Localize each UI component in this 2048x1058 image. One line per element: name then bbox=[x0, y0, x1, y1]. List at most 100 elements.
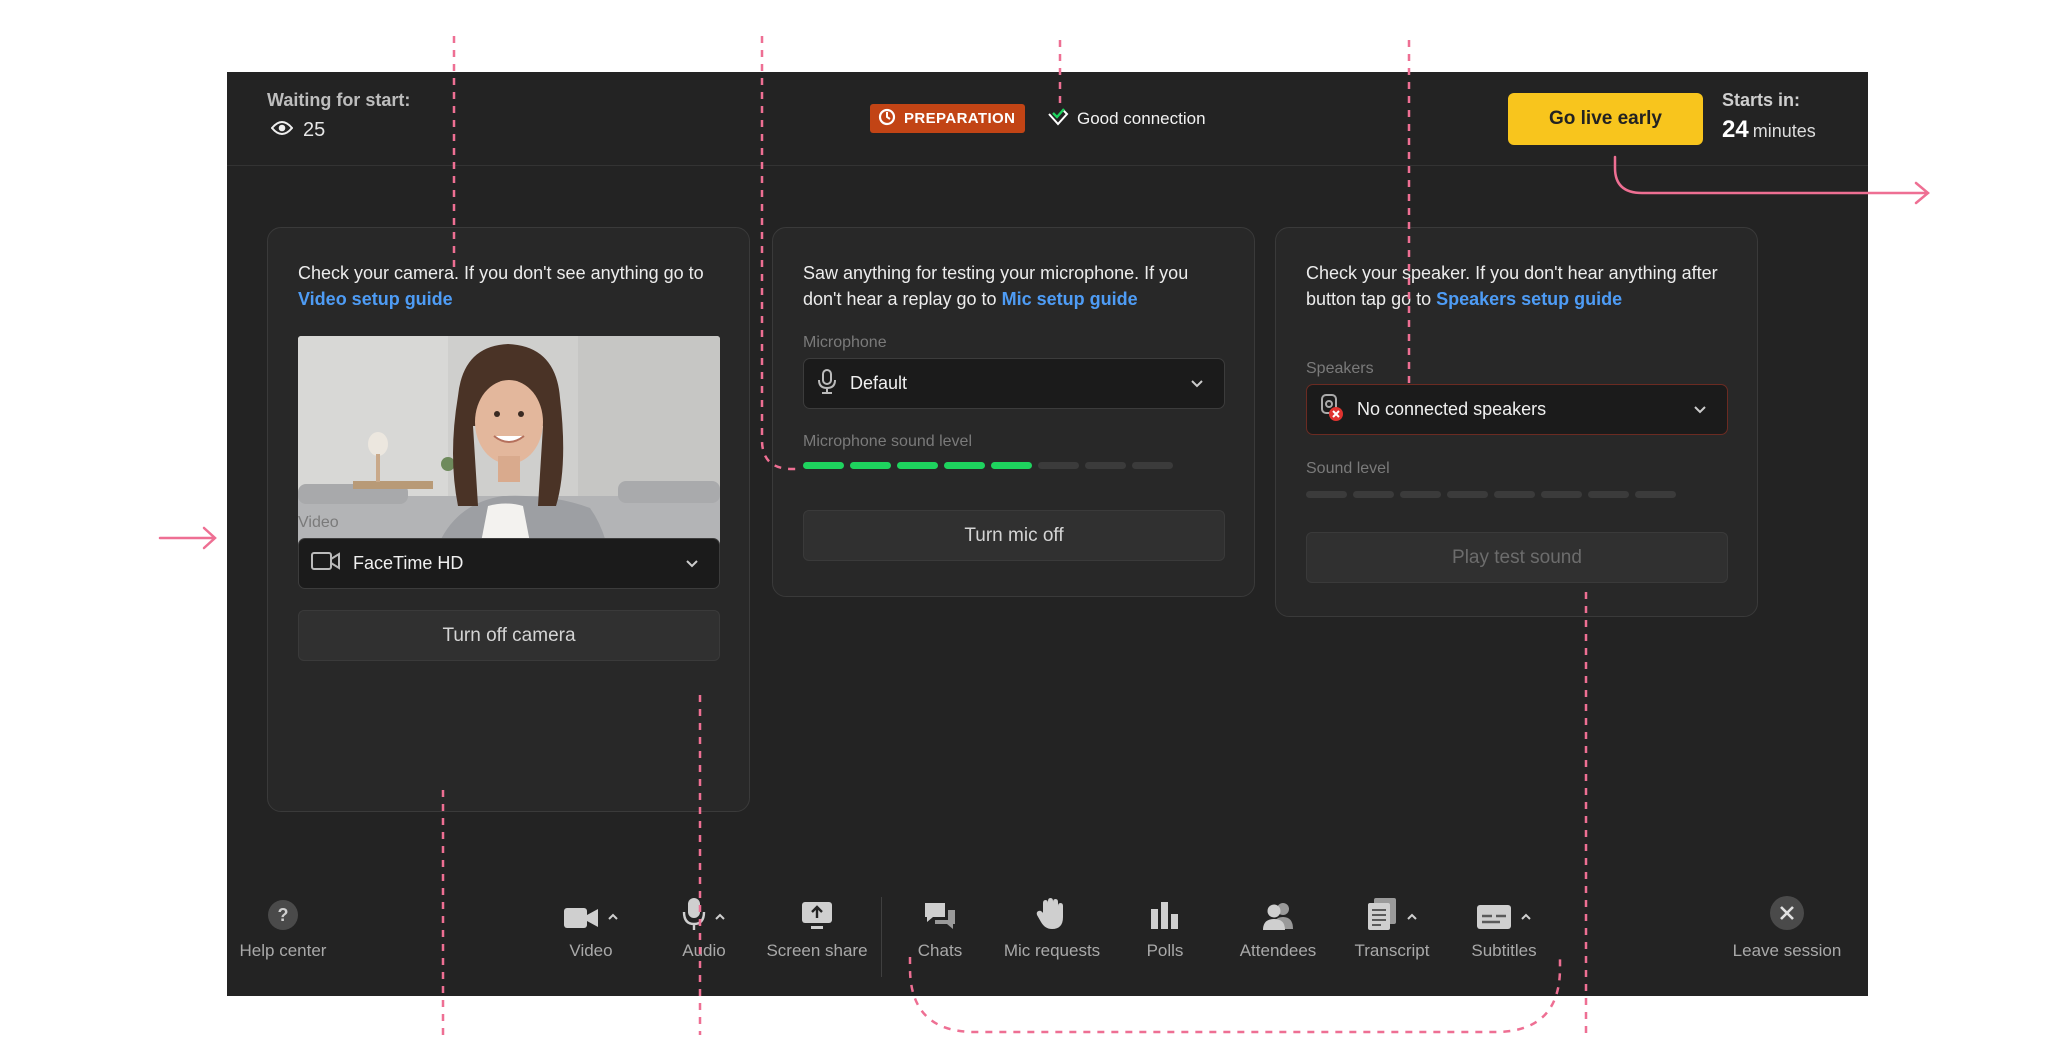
viewer-count: 25 bbox=[270, 119, 326, 142]
video-toggle-button[interactable]: Video bbox=[536, 896, 646, 959]
video-device-select[interactable]: FaceTime HD bbox=[298, 538, 720, 589]
chats-button[interactable]: Chats bbox=[885, 896, 995, 959]
connection-status: Good connection bbox=[1047, 106, 1206, 131]
toolbar-divider bbox=[881, 897, 882, 977]
chevron-up-icon[interactable] bbox=[1406, 911, 1418, 936]
eye-icon bbox=[270, 119, 294, 142]
video-label: Video bbox=[569, 941, 613, 960]
video-camera-icon bbox=[311, 551, 341, 576]
status-badge: PREPARATION bbox=[870, 104, 1026, 133]
level-segment bbox=[1541, 491, 1582, 498]
play-test-sound-button[interactable]: Play test sound bbox=[1306, 532, 1728, 583]
speakers-setup-guide-link[interactable]: Speakers setup guide bbox=[1436, 289, 1622, 309]
starts-in-value: 24 minutes bbox=[1722, 116, 1816, 144]
polls-button[interactable]: Polls bbox=[1110, 896, 1220, 959]
level-segment bbox=[1132, 462, 1173, 469]
chevron-down-icon bbox=[1693, 400, 1713, 420]
chevron-up-icon[interactable] bbox=[714, 911, 726, 936]
leave-session-label: Leave session bbox=[1732, 941, 1842, 960]
subtitles-label: Subtitles bbox=[1471, 941, 1537, 960]
level-segment bbox=[944, 462, 985, 469]
level-segment bbox=[1353, 491, 1394, 498]
subtitles-button[interactable]: Subtitles bbox=[1449, 896, 1559, 959]
help-icon: ? bbox=[267, 899, 299, 936]
chevron-down-icon bbox=[685, 554, 705, 574]
mic-card-text: Saw anything for testing your microphone… bbox=[803, 260, 1223, 312]
camera-card-text: Check your camera. If you don't see anyt… bbox=[298, 260, 718, 312]
transcript-button[interactable]: Transcript bbox=[1337, 896, 1447, 959]
level-segment bbox=[1447, 491, 1488, 498]
speaker-card: Check your speaker. If you don't hear an… bbox=[1275, 227, 1758, 617]
viewer-count-value: 25 bbox=[303, 119, 326, 141]
speakers-device-value: No connected speakers bbox=[1357, 399, 1547, 419]
go-live-early-button[interactable]: Go live early bbox=[1508, 93, 1703, 145]
chevron-down-icon bbox=[1190, 374, 1210, 394]
video-device-value: FaceTime HD bbox=[353, 553, 464, 573]
transcript-label: Transcript bbox=[1354, 941, 1430, 960]
annotation-arrow-left bbox=[158, 526, 217, 550]
screen-share-icon bbox=[801, 901, 833, 936]
svg-text:?: ? bbox=[278, 905, 289, 925]
top-bar: Waiting for start: 25 PREPARATION Good c… bbox=[227, 72, 1868, 166]
leave-session-button[interactable]: Leave session bbox=[1732, 896, 1842, 959]
speaker-error-icon bbox=[1319, 393, 1345, 426]
microphone-device-value: Default bbox=[850, 373, 908, 393]
chevron-up-icon[interactable] bbox=[607, 911, 619, 936]
level-segment bbox=[803, 462, 844, 469]
mic-level-meter bbox=[803, 462, 1173, 469]
video-field-label: Video bbox=[298, 514, 339, 531]
speaker-card-text: Check your speaker. If you don't hear an… bbox=[1306, 260, 1726, 312]
close-icon bbox=[1769, 895, 1805, 936]
turn-off-camera-button[interactable]: Turn off camera bbox=[298, 610, 720, 661]
microphone-device-select[interactable]: Default bbox=[803, 358, 1225, 409]
speakers-device-select[interactable]: No connected speakers bbox=[1306, 384, 1728, 435]
people-icon bbox=[1261, 901, 1295, 936]
audio-label: Audio bbox=[682, 941, 726, 960]
bar-chart-icon bbox=[1149, 901, 1181, 936]
refresh-icon bbox=[878, 108, 896, 130]
level-segment bbox=[991, 462, 1032, 469]
polls-label: Polls bbox=[1146, 941, 1184, 960]
video-setup-guide-link[interactable]: Video setup guide bbox=[298, 289, 453, 309]
mic-level-label: Microphone sound level bbox=[803, 433, 972, 450]
camera-card: Check your camera. If you don't see anyt… bbox=[267, 227, 750, 812]
microphone-icon bbox=[816, 368, 838, 399]
attendees-button[interactable]: Attendees bbox=[1223, 896, 1333, 959]
mic-requests-label: Mic requests bbox=[1003, 941, 1101, 960]
level-segment bbox=[1038, 462, 1079, 469]
microphone-field-label: Microphone bbox=[803, 334, 887, 351]
level-segment bbox=[1494, 491, 1535, 498]
starts-in-number: 24 bbox=[1722, 116, 1749, 143]
turn-mic-off-button[interactable]: Turn mic off bbox=[803, 510, 1225, 561]
screen-share-button[interactable]: Screen share bbox=[762, 896, 872, 959]
microphone-icon bbox=[682, 897, 706, 936]
chats-label: Chats bbox=[917, 941, 963, 960]
level-segment bbox=[1588, 491, 1629, 498]
help-center-label: Help center bbox=[239, 941, 327, 960]
subtitles-icon bbox=[1476, 903, 1512, 936]
level-segment bbox=[897, 462, 938, 469]
sound-level-meter bbox=[1306, 491, 1676, 498]
audio-toggle-button[interactable]: Audio bbox=[649, 896, 759, 959]
mic-setup-guide-link[interactable]: Mic setup guide bbox=[1002, 289, 1138, 309]
signal-check-icon bbox=[1047, 106, 1069, 131]
chevron-up-icon[interactable] bbox=[1520, 911, 1532, 936]
sound-level-label: Sound level bbox=[1306, 460, 1390, 477]
starts-in-label: Starts in: bbox=[1722, 90, 1801, 110]
attendees-label: Attendees bbox=[1239, 941, 1317, 960]
camera-instruction: Check your camera. If you don't see anyt… bbox=[298, 263, 704, 283]
microphone-card: Saw anything for testing your microphone… bbox=[772, 227, 1255, 597]
waiting-label: Waiting for start: bbox=[267, 90, 411, 110]
help-center-button[interactable]: ? Help center bbox=[228, 896, 338, 959]
video-camera-icon bbox=[563, 905, 599, 936]
raised-hand-icon bbox=[1035, 897, 1069, 936]
level-segment bbox=[1306, 491, 1347, 498]
level-segment bbox=[1085, 462, 1126, 469]
level-segment bbox=[1635, 491, 1676, 498]
level-segment bbox=[850, 462, 891, 469]
chat-bubbles-icon bbox=[923, 901, 957, 936]
webinar-app-window: Waiting for start: 25 PREPARATION Good c… bbox=[227, 72, 1868, 996]
mic-requests-button[interactable]: Mic requests bbox=[997, 896, 1107, 959]
connection-status-label: Good connection bbox=[1077, 108, 1206, 128]
level-segment bbox=[1400, 491, 1441, 498]
